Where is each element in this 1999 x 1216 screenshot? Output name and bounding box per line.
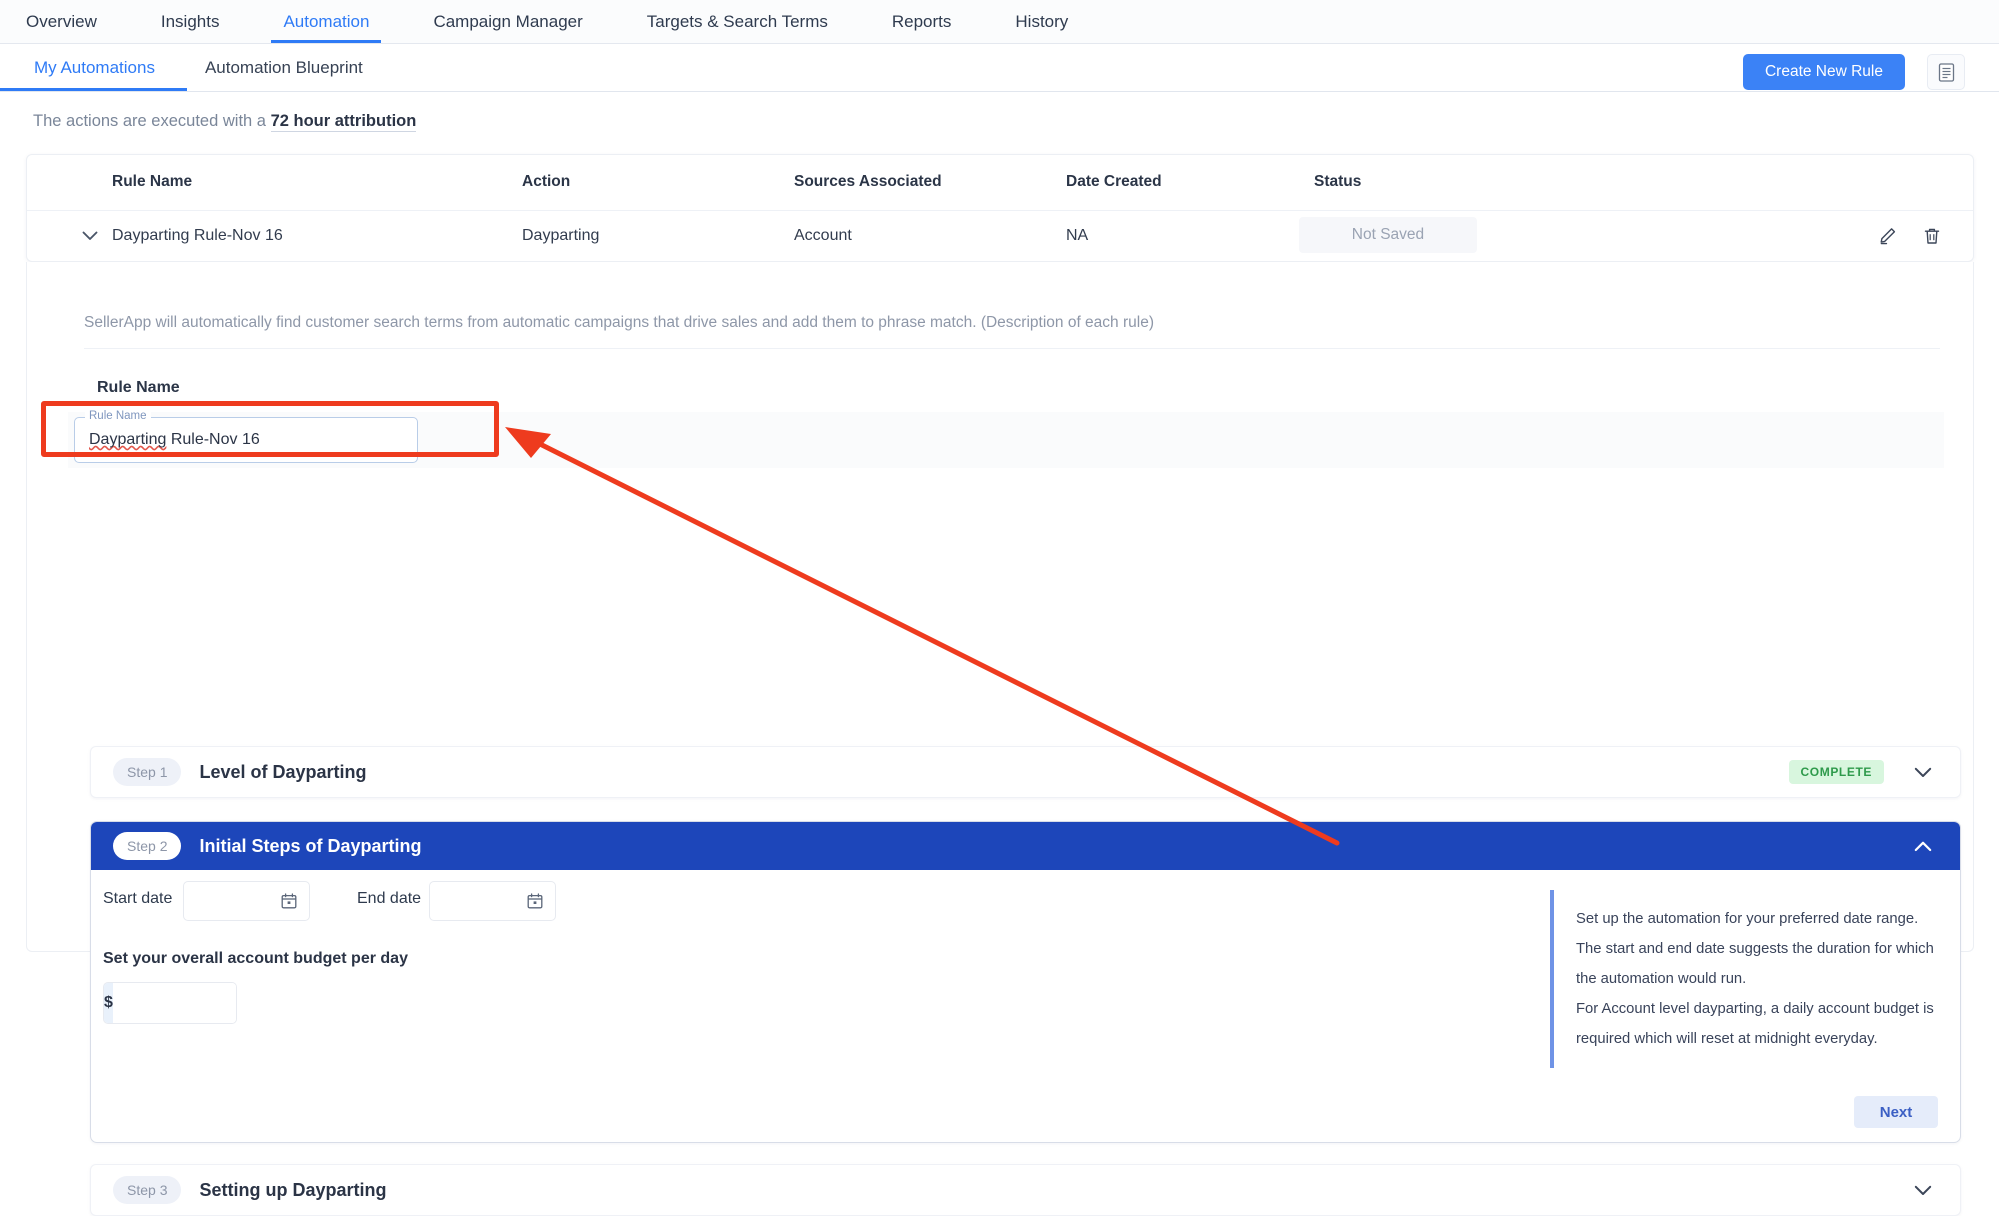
nav-item-campaign-manager[interactable]: Campaign Manager [429,0,586,43]
step-2-collapse-toggle[interactable] [1910,833,1936,859]
divider [84,348,1940,349]
cell-rule-name: Dayparting Rule-Nov 16 [112,227,283,244]
budget-label: Set your overall account budget per day [103,950,408,967]
step-1-header[interactable]: Step 1 Level of Dayparting COMPLETE [91,747,1960,797]
start-date-input[interactable] [183,881,310,921]
info-text-line-2: For Account level dayparting, a daily ac… [1576,1001,1934,1048]
edit-rule-button[interactable] [1875,223,1901,249]
step-2-body: Start date End date Set your overall acc… [91,870,1960,1142]
delete-rule-button[interactable] [1919,223,1945,249]
column-header-status: Status [1314,173,1362,190]
chevron-down-icon [1914,767,1932,777]
step-1-title: Level of Dayparting [199,761,367,782]
step-2-header[interactable]: Step 2 Initial Steps of Dayparting [91,822,1960,870]
tab-automation-blueprint[interactable]: Automation Blueprint [201,44,367,91]
calendar-icon [281,893,297,909]
misspelled-word: Dayparting [89,431,167,448]
step-3-expand-toggle[interactable] [1910,1177,1936,1203]
automation-rules-table: Rule Name Action Sources Associated Date… [26,154,1974,262]
primary-navigation: Overview Insights Automation Campaign Ma… [0,0,1999,44]
nav-item-targets-search-terms[interactable]: Targets & Search Terms [643,0,832,43]
step-3-title: Setting up Dayparting [199,1179,387,1200]
step-3-header[interactable]: Step 3 Setting up Dayparting [91,1165,1960,1215]
trash-icon [1924,228,1940,244]
status-badge: Not Saved [1299,217,1477,253]
rule-name-rest: Rule-Nov 16 [166,431,260,448]
chevron-up-icon [1914,841,1932,851]
rule-name-input[interactable]: Rule Name Dayparting Rule-Nov 16 [74,410,418,463]
step-2-info-box: Set up the automation for your preferred… [1550,890,1938,1069]
document-icon-button[interactable] [1927,54,1965,90]
step-1-pill: Step 1 [113,758,182,786]
step-2-pill: Step 2 [113,832,182,860]
info-text-line-1: Set up the automation for your preferred… [1576,911,1934,988]
pencil-icon [1880,228,1896,245]
step-2-title: Initial Steps of Dayparting [199,835,422,856]
next-button[interactable]: Next [1854,1096,1938,1128]
currency-prefix: $ [104,983,113,1023]
step-1-expand-toggle[interactable] [1910,759,1936,785]
nav-item-automation[interactable]: Automation [271,0,382,43]
start-date-label: Start date [103,890,173,907]
attribution-highlight: 72 hour attribution [270,112,417,132]
secondary-navigation: My Automations Automation Blueprint Crea… [0,44,1999,92]
table-header-row: Rule Name Action Sources Associated Date… [27,155,1973,211]
budget-input-group[interactable]: $ [103,982,237,1024]
chevron-down-icon [82,231,98,240]
tab-my-automations[interactable]: My Automations [0,44,187,91]
cell-date-created: NA [1066,227,1089,244]
rule-description: SellerApp will automatically find custom… [84,314,1154,331]
cell-action: Dayparting [522,227,600,244]
create-new-rule-button[interactable]: Create New Rule [1742,54,1905,90]
rule-name-heading: Rule Name [97,379,180,396]
chevron-down-icon [1914,1185,1932,1195]
budget-input[interactable] [112,983,236,1023]
column-header-date-created: Date Created [1066,173,1162,190]
rule-detail-panel: SellerApp will automatically find custom… [26,262,1974,1216]
nav-item-reports[interactable]: Reports [888,0,956,43]
cell-sources: Account [794,227,852,244]
nav-item-overview[interactable]: Overview [22,0,101,43]
table-row[interactable]: Dayparting Rule-Nov 16 Dayparting Accoun… [27,211,1973,262]
step-3-pill: Step 3 [113,1176,182,1204]
column-header-sources-associated: Sources Associated [794,173,942,190]
nav-item-history[interactable]: History [1011,0,1072,43]
step-2-initial-steps-of-dayparting: Step 2 Initial Steps of Dayparting Start… [90,821,1961,1143]
document-icon [1938,62,1954,82]
row-expand-toggle[interactable] [79,225,101,247]
calendar-icon [527,893,543,909]
column-header-action: Action [522,173,571,190]
end-date-label: End date [357,890,422,907]
attribution-prefix: The actions are executed with a [33,112,271,130]
end-date-input[interactable] [429,881,556,921]
nav-item-insights[interactable]: Insights [157,0,224,43]
step-3-setting-up-dayparting[interactable]: Step 3 Setting up Dayparting [90,1164,1961,1216]
step-1-complete-badge: COMPLETE [1788,760,1884,784]
rule-name-float-label: Rule Name [85,410,151,422]
column-header-rule-name: Rule Name [112,173,193,190]
attribution-note: The actions are executed with a 72 hour … [33,112,417,132]
rule-name-input-value: Dayparting Rule-Nov 16 [89,431,260,449]
step-1-level-of-dayparting[interactable]: Step 1 Level of Dayparting COMPLETE [90,746,1961,798]
